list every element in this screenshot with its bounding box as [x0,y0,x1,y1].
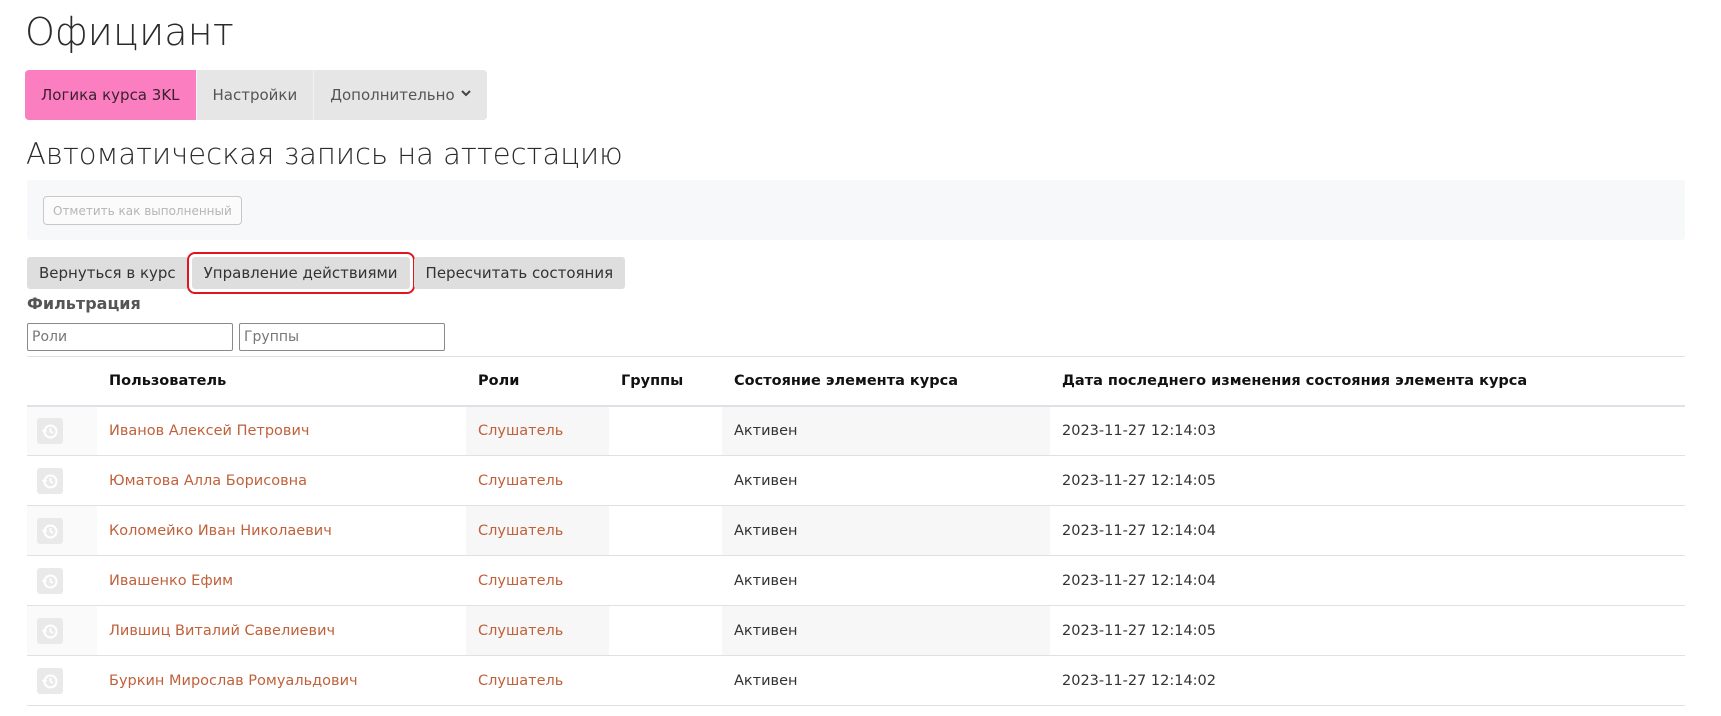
groups-cell [609,655,722,706]
tab-more[interactable]: Дополнительно [314,70,487,120]
header-state: Состояние элемента курса [722,356,1050,407]
manage-actions-button[interactable]: Управление действиями [186,252,415,294]
users-table: Пользователь Роли Группы Состояние элеме… [27,356,1685,706]
filter-row [27,323,451,351]
tab-settings[interactable]: Настройки [196,70,315,120]
state-cell: Активен [722,505,1050,556]
mark-done-button[interactable]: Отметить как выполненный [43,196,242,225]
user-link[interactable]: Юматова Алла Борисовна [109,473,307,489]
back-to-course-button[interactable]: Вернуться в курс [27,257,188,289]
date-cell: 2023-11-27 12:14:02 [1050,655,1685,706]
history-icon[interactable] [37,617,63,644]
state-cell: Активен [722,655,1050,706]
groups-filter-input[interactable] [239,323,445,351]
groups-cell [609,505,722,556]
state-cell: Активен [722,555,1050,606]
groups-cell [609,555,722,606]
role-link[interactable]: Слушатель [478,573,563,589]
date-cell: 2023-11-27 12:14:04 [1050,555,1685,606]
table-row: Лившиц Виталий Савелиевич Слушатель Акти… [27,605,1685,656]
role-link[interactable]: Слушатель [478,673,563,689]
groups-cell [609,405,722,456]
tab-course-logic-label: Логика курса 3KL [41,86,180,104]
history-icon[interactable] [37,667,63,694]
header-icon-column [27,356,97,407]
user-link[interactable]: Иванов Алексей Петрович [109,423,309,439]
role-link[interactable]: Слушатель [478,623,563,639]
recalculate-states-button[interactable]: Пересчитать состояния [413,257,626,289]
page: Официант Логика курса 3KL Настройки Допо… [0,0,1721,716]
groups-cell [609,605,722,656]
section-title: Автоматическая запись на аттестацию [26,137,623,171]
table-row: Иванов Алексей Петрович Слушатель Активе… [27,405,1685,456]
header-groups: Группы [609,356,722,407]
action-buttons: Вернуться в курс Управление действиями П… [27,252,629,294]
role-link[interactable]: Слушатель [478,523,563,539]
completion-panel: Отметить как выполненный [27,180,1685,240]
role-link[interactable]: Слушатель [478,423,563,439]
table-row: Ивашенко Ефим Слушатель Активен 2023-11-… [27,555,1685,606]
tab-course-logic[interactable]: Логика курса 3KL [25,70,197,120]
roles-filter-input[interactable] [27,323,233,351]
tab-more-label: Дополнительно [330,86,455,104]
course-nav: Логика курса 3KL Настройки Дополнительно [25,70,487,120]
tab-settings-label: Настройки [212,86,298,104]
history-icon[interactable] [37,417,63,444]
date-cell: 2023-11-27 12:14:05 [1050,455,1685,506]
history-icon[interactable] [37,467,63,494]
user-link[interactable]: Коломейко Иван Николаевич [109,523,332,539]
history-icon[interactable] [37,567,63,594]
state-cell: Активен [722,455,1050,506]
header-user: Пользователь [97,356,466,407]
table-row: Юматова Алла Борисовна Слушатель Активен… [27,455,1685,506]
chevron-down-icon [460,89,471,100]
user-link[interactable]: Буркин Мирослав Ромуальдович [109,673,358,689]
state-cell: Активен [722,605,1050,656]
date-cell: 2023-11-27 12:14:05 [1050,605,1685,656]
user-link[interactable]: Лившиц Виталий Савелиевич [109,623,335,639]
filter-label: Фильтрация [27,294,141,313]
header-roles: Роли [466,356,609,407]
table-row: Коломейко Иван Николаевич Слушатель Акти… [27,505,1685,556]
groups-cell [609,455,722,506]
date-cell: 2023-11-27 12:14:03 [1050,405,1685,456]
history-icon[interactable] [37,517,63,544]
table-header-row: Пользователь Роли Группы Состояние элеме… [27,356,1685,407]
role-link[interactable]: Слушатель [478,473,563,489]
header-date: Дата последнего изменения состояния элем… [1050,356,1685,407]
user-link[interactable]: Ивашенко Ефим [109,573,233,589]
page-title: Официант [25,10,234,54]
state-cell: Активен [722,405,1050,456]
date-cell: 2023-11-27 12:14:04 [1050,505,1685,556]
table-row: Буркин Мирослав Ромуальдович Слушатель А… [27,655,1685,706]
